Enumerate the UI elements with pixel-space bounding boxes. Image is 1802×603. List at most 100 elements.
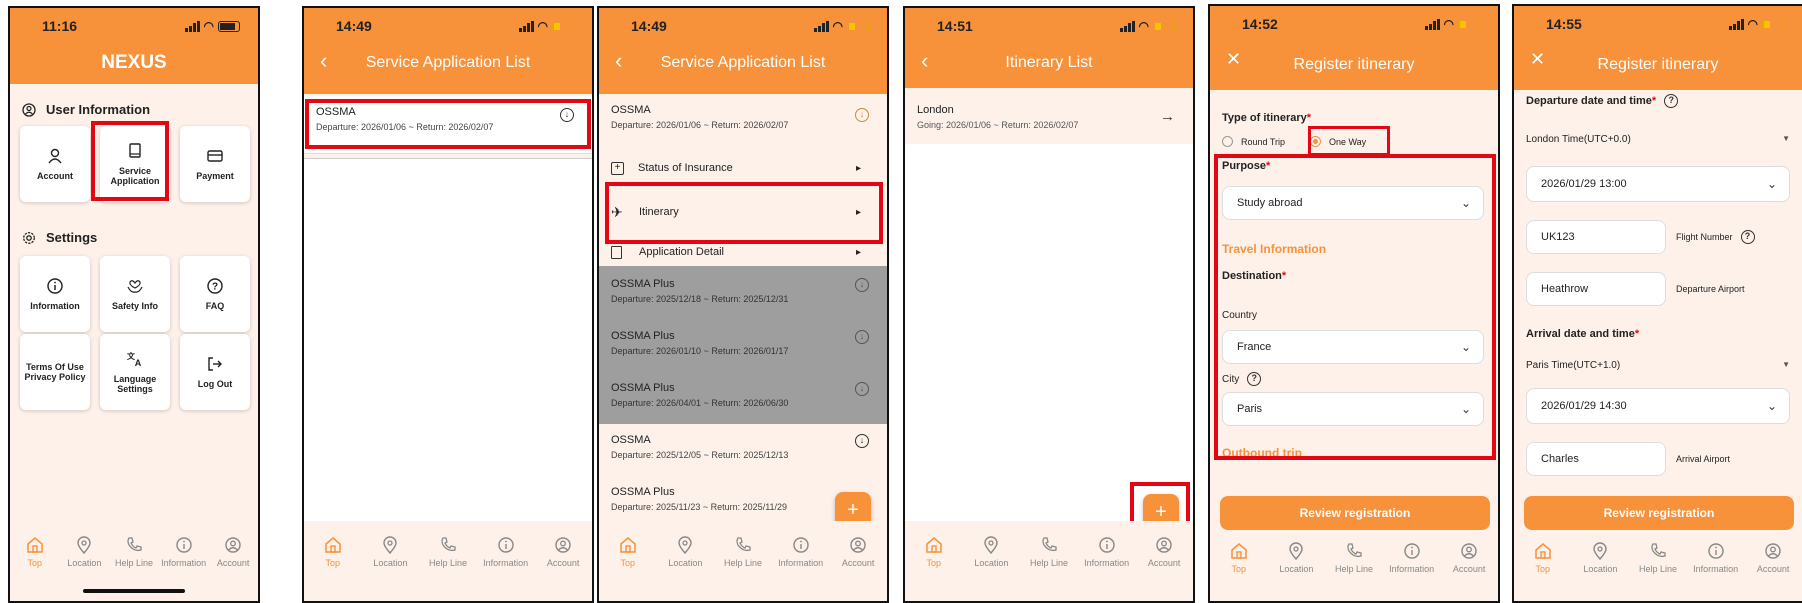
status-icons: ◠ bbox=[813, 19, 869, 33]
battery-icon bbox=[552, 20, 574, 32]
purpose-select[interactable]: Study abroad ⌄ bbox=[1222, 186, 1484, 220]
radio-round-trip[interactable]: Round Trip bbox=[1222, 136, 1285, 147]
information-card[interactable]: Information bbox=[20, 256, 90, 332]
status-bar: 14:52 ◠ bbox=[1210, 16, 1498, 34]
nav-account[interactable]: Account bbox=[1747, 541, 1799, 574]
download-icon[interactable]: ↓ bbox=[855, 434, 869, 448]
arrival-airport-input[interactable]: Charles bbox=[1526, 442, 1666, 476]
information-card-label: Information bbox=[30, 301, 80, 311]
page-title: Register itinerary bbox=[1293, 56, 1415, 73]
nav-location-label: Location bbox=[668, 558, 703, 568]
status-time: 14:51 bbox=[937, 18, 973, 34]
account-card[interactable]: Account bbox=[20, 126, 90, 202]
service-application-card[interactable]: Service Application bbox=[100, 126, 170, 202]
review-registration-button[interactable]: Review registration bbox=[1524, 496, 1794, 530]
nav-helpline[interactable]: Help Line bbox=[422, 535, 474, 568]
city-select[interactable]: Paris ⌄ bbox=[1222, 392, 1484, 426]
nav-helpline[interactable]: Help Line bbox=[1023, 535, 1075, 568]
nav-location[interactable]: Location bbox=[364, 535, 416, 568]
phone-icon bbox=[441, 537, 456, 552]
faq-card[interactable]: ? FAQ bbox=[180, 256, 250, 332]
download-icon[interactable]: ↓ bbox=[560, 108, 574, 122]
country-select[interactable]: France ⌄ bbox=[1222, 330, 1484, 364]
help-icon[interactable]: ? bbox=[1740, 230, 1755, 244]
nav-location[interactable]: Location bbox=[659, 535, 711, 568]
service-application-card-label: Service Application bbox=[110, 166, 160, 186]
nav-location[interactable]: Location bbox=[965, 535, 1017, 568]
account-circle-icon bbox=[1765, 543, 1781, 559]
nav-helpline[interactable]: Help Line bbox=[109, 535, 159, 568]
list-item[interactable]: OSSMA Plus Departure: 2025/12/18 ~ Retur… bbox=[611, 278, 887, 304]
menu-application-detail[interactable]: Application Detail ▸ bbox=[611, 242, 875, 262]
logout-card[interactable]: Log Out bbox=[180, 334, 250, 410]
nav-top[interactable]: Top bbox=[908, 535, 960, 568]
arrival-datetime-select[interactable]: 2026/01/29 14:30 ⌄ bbox=[1526, 388, 1790, 424]
nav-information[interactable]: Information bbox=[1081, 535, 1133, 568]
nav-account-label: Account bbox=[841, 558, 875, 568]
nav-helpline[interactable]: Help Line bbox=[1328, 541, 1380, 574]
home-icon bbox=[620, 537, 636, 553]
radio-one-way[interactable]: One Way bbox=[1310, 136, 1366, 147]
nav-location[interactable]: Location bbox=[60, 535, 110, 568]
nav-account-label: Account bbox=[1147, 558, 1181, 568]
departure-timezone-select[interactable]: London Time(UTC+0.0) ▼ bbox=[1526, 134, 1790, 145]
nav-location[interactable]: Location bbox=[1270, 541, 1322, 574]
list-item[interactable]: OSSMA Plus Departure: 2026/04/01 ~ Retur… bbox=[611, 382, 887, 408]
location-pin-icon bbox=[383, 536, 398, 555]
home-indicator bbox=[83, 589, 185, 593]
nav-information[interactable]: Information bbox=[775, 535, 827, 568]
menu-status-insurance[interactable]: + Status of Insurance ▸ bbox=[611, 158, 875, 178]
radio-label: One Way bbox=[1329, 136, 1367, 147]
review-registration-button[interactable]: Review registration bbox=[1220, 496, 1490, 530]
safety-info-card[interactable]: Safety Info bbox=[100, 256, 170, 332]
input-value: Heathrow bbox=[1541, 283, 1589, 295]
label-text: Arrival date and time bbox=[1526, 328, 1635, 340]
nav-top[interactable]: Top bbox=[1517, 541, 1569, 574]
flight-number-input[interactable]: UK123 bbox=[1526, 220, 1666, 254]
download-icon[interactable]: ↓ bbox=[855, 108, 869, 122]
nav-account[interactable]: Account bbox=[1443, 541, 1495, 574]
account-card-label: Account bbox=[37, 171, 73, 181]
help-icon[interactable]: ? bbox=[1247, 372, 1262, 386]
nav-location[interactable]: Location bbox=[1574, 541, 1626, 574]
location-pin-icon bbox=[77, 536, 92, 555]
nav-account[interactable]: Account bbox=[537, 535, 589, 568]
language-settings-card[interactable]: 文A Language Settings bbox=[100, 334, 170, 410]
nav-helpline[interactable]: Help Line bbox=[717, 535, 769, 568]
itinerary-list-item[interactable]: London Going: 2026/01/06 ~ Return: 2026/… bbox=[905, 104, 1193, 144]
payment-card[interactable]: Payment bbox=[180, 126, 250, 202]
nav-account[interactable]: Account bbox=[832, 535, 884, 568]
departure-airport-input[interactable]: Heathrow bbox=[1526, 272, 1666, 306]
download-icon[interactable]: ↓ bbox=[855, 330, 869, 344]
nav-information[interactable]: Information bbox=[480, 535, 532, 568]
phone-icon bbox=[1042, 537, 1057, 552]
label-text: Departure date and time bbox=[1526, 95, 1652, 107]
list-item[interactable]: OSSMA Plus Departure: 2026/01/10 ~ Retur… bbox=[611, 330, 887, 356]
download-icon[interactable]: ↓ bbox=[855, 278, 869, 292]
list-item[interactable]: OSSMA Departure: 2026/01/06 ~ Return: 20… bbox=[599, 104, 887, 150]
nav-top[interactable]: Top bbox=[602, 535, 654, 568]
nav-account[interactable]: Account bbox=[208, 535, 258, 568]
translate-icon: 文A bbox=[127, 351, 142, 368]
select-value: 2026/01/29 14:30 bbox=[1541, 400, 1627, 412]
help-icon[interactable]: ? bbox=[1664, 94, 1679, 108]
menu-itinerary[interactable]: ✈ Itinerary ▸ bbox=[611, 202, 875, 222]
nav-information[interactable]: Information bbox=[159, 535, 209, 568]
screen-register-itinerary: 14:52 ◠ ✕ Register itinerary Type of iti… bbox=[1208, 4, 1500, 603]
departure-datetime-select[interactable]: 2026/01/29 13:00 ⌄ bbox=[1526, 166, 1790, 202]
terms-card[interactable]: Terms Of Use Privacy Policy bbox=[20, 334, 90, 410]
download-icon[interactable]: ↓ bbox=[855, 382, 869, 396]
list-item[interactable]: OSSMA Departure: 2025/12/05 ~ Return: 20… bbox=[611, 434, 887, 460]
nav-top[interactable]: Top bbox=[1213, 541, 1265, 574]
nav-information[interactable]: Information bbox=[1386, 541, 1438, 574]
nav-information[interactable]: Information bbox=[1690, 541, 1742, 574]
select-value: London Time(UTC+0.0) bbox=[1526, 134, 1631, 145]
nav-top[interactable]: Top bbox=[10, 535, 60, 568]
nav-account[interactable]: Account bbox=[1138, 535, 1190, 568]
nav-top[interactable]: Top bbox=[307, 535, 359, 568]
book-icon bbox=[129, 143, 141, 158]
status-bar: 11:16 ◠ bbox=[10, 18, 258, 36]
arrival-timezone-select[interactable]: Paris Time(UTC+1.0) ▼ bbox=[1526, 360, 1790, 371]
nav-helpline[interactable]: Help Line bbox=[1632, 541, 1684, 574]
list-item[interactable]: OSSMA Departure: 2026/01/06 ~ Return: 20… bbox=[304, 96, 592, 154]
